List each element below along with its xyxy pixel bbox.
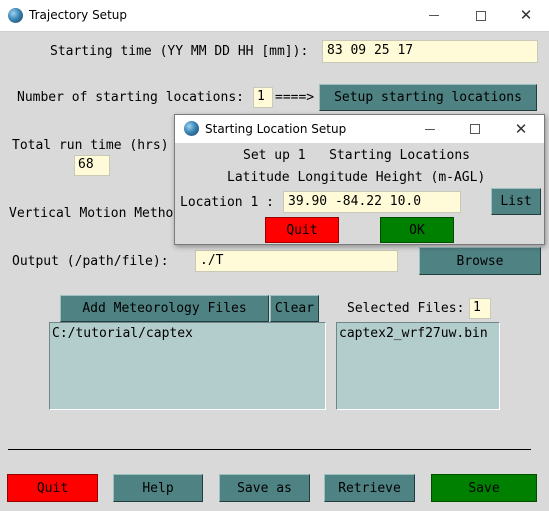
quit-button[interactable]: Quit bbox=[7, 474, 98, 502]
close-icon: ✕ bbox=[514, 119, 528, 138]
list-item[interactable]: C:/tutorial/captex bbox=[52, 326, 323, 341]
clear-button[interactable]: Clear bbox=[270, 295, 319, 322]
dialog-minimize-button[interactable] bbox=[407, 115, 453, 143]
met-file-list[interactable]: captex2_wrf27uw.bin bbox=[336, 322, 500, 410]
dialog-heading-1: Set up 1 Starting Locations bbox=[243, 148, 470, 163]
window-title: Trajectory Setup bbox=[29, 8, 127, 22]
add-met-files-button[interactable]: Add Meteorology Files bbox=[60, 295, 269, 322]
met-directory-list[interactable]: C:/tutorial/captex bbox=[49, 322, 326, 410]
minimize-icon bbox=[425, 128, 435, 130]
save-as-button[interactable]: Save as bbox=[219, 474, 310, 502]
starting-time-label: Starting time (YY MM DD HH [mm]): bbox=[50, 44, 309, 59]
dialog-heading-2: Latitude Longitude Height (m-AGL) bbox=[227, 170, 486, 185]
dialog-title: Starting Location Setup bbox=[205, 122, 347, 136]
dialog-ok-button[interactable]: OK bbox=[380, 217, 454, 243]
setup-locations-button[interactable]: Setup starting locations bbox=[319, 84, 537, 111]
close-icon: ✕ bbox=[519, 6, 533, 24]
minimize-icon bbox=[429, 15, 439, 16]
vertical-motion-label: Vertical Motion Metho bbox=[9, 206, 174, 221]
maximize-icon bbox=[470, 124, 480, 134]
location-field[interactable]: 39.90 -84.22 10.0 bbox=[283, 191, 461, 213]
dialog-globe-icon bbox=[184, 121, 199, 136]
dialog-quit-button[interactable]: Quit bbox=[265, 217, 339, 243]
selected-files-label: Selected Files: bbox=[347, 301, 465, 316]
location-label: Location 1 : bbox=[180, 195, 274, 210]
dialog-titlebar: Starting Location Setup ✕ bbox=[175, 115, 544, 143]
output-field[interactable]: ./T bbox=[195, 250, 398, 272]
output-label: Output (/path/file): bbox=[12, 254, 169, 269]
help-button[interactable]: Help bbox=[113, 474, 203, 502]
arrow-indicator: ====> bbox=[275, 90, 315, 105]
dialog-close-button[interactable]: ✕ bbox=[498, 115, 544, 143]
selected-count-field[interactable]: 1 bbox=[469, 298, 491, 319]
retrieve-button[interactable]: Retrieve bbox=[324, 474, 415, 502]
app-globe-icon bbox=[8, 8, 23, 23]
main-titlebar: Trajectory Setup ✕ bbox=[0, 0, 549, 32]
list-button[interactable]: List bbox=[491, 188, 541, 215]
run-time-field[interactable]: 68 bbox=[74, 155, 110, 176]
num-locations-label: Number of starting locations: bbox=[17, 90, 244, 105]
separator-line bbox=[8, 449, 531, 450]
list-item[interactable]: captex2_wrf27uw.bin bbox=[339, 326, 497, 341]
browse-button[interactable]: Browse bbox=[419, 247, 541, 275]
close-button[interactable]: ✕ bbox=[503, 0, 549, 31]
num-locations-field[interactable]: 1 bbox=[253, 87, 273, 108]
dialog-maximize-button[interactable] bbox=[452, 115, 498, 143]
starting-location-dialog: Starting Location Setup ✕ Set up 1 Start… bbox=[174, 114, 545, 245]
starting-time-field[interactable]: 83 09 25 17 bbox=[322, 40, 538, 63]
save-button[interactable]: Save bbox=[431, 474, 537, 502]
maximize-button[interactable] bbox=[458, 0, 504, 31]
run-time-label: Total run time (hrs) bbox=[12, 138, 169, 153]
maximize-icon bbox=[476, 10, 486, 21]
minimize-button[interactable] bbox=[411, 0, 457, 31]
